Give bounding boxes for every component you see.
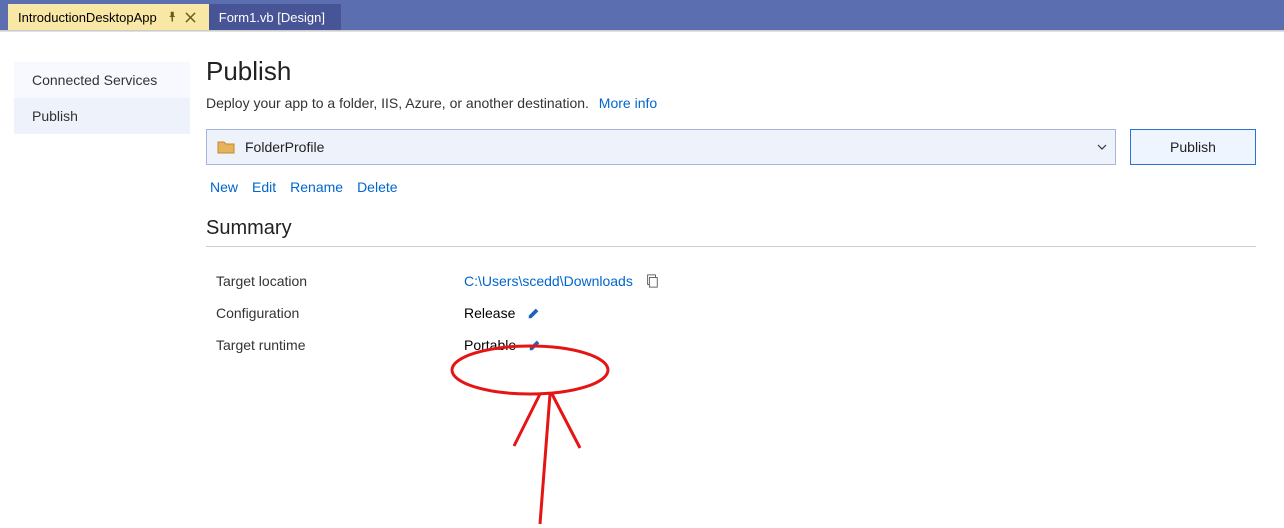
pencil-icon[interactable] xyxy=(526,336,544,354)
summary-value-configuration: Release xyxy=(464,304,543,322)
pencil-icon[interactable] xyxy=(525,304,543,322)
tab-form-design[interactable]: Form1.vb [Design] xyxy=(209,4,341,30)
page-subtitle: Deploy your app to a folder, IIS, Azure,… xyxy=(206,95,1256,111)
sidebar-item-label: Publish xyxy=(32,108,78,124)
tab-label: IntroductionDesktopApp xyxy=(18,10,163,25)
profile-actions: New Edit Rename Delete xyxy=(206,175,1256,217)
publish-panel: Publish Deploy your app to a folder, IIS… xyxy=(190,32,1284,526)
sidebar: Connected Services Publish xyxy=(0,32,190,526)
pin-icon[interactable] xyxy=(165,9,181,25)
sidebar-item-connected-services[interactable]: Connected Services xyxy=(14,62,190,98)
tab-strip: IntroductionDesktopApp Form1.vb [Design] xyxy=(0,0,1284,30)
configuration-value: Release xyxy=(464,305,515,321)
profile-action-delete[interactable]: Delete xyxy=(357,179,397,195)
summary-row-configuration: Configuration Release xyxy=(206,297,1256,329)
summary-label: Configuration xyxy=(206,305,464,321)
page-title: Publish xyxy=(206,56,1256,87)
tabstrip-lead xyxy=(0,4,8,30)
publish-profile-name: FolderProfile xyxy=(245,139,324,155)
tab-label: Form1.vb [Design] xyxy=(219,10,331,25)
summary-label: Target runtime xyxy=(206,337,464,353)
summary-label: Target location xyxy=(206,273,464,289)
summary-value-target-runtime: Portable xyxy=(464,336,544,354)
subtitle-text: Deploy your app to a folder, IIS, Azure,… xyxy=(206,95,589,111)
sidebar-item-publish[interactable]: Publish xyxy=(14,98,190,134)
summary-value-target-location: C:\Users\scedd\Downloads xyxy=(464,272,661,290)
summary-row-target-location: Target location C:\Users\scedd\Downloads xyxy=(206,265,1256,297)
profile-action-rename[interactable]: Rename xyxy=(290,179,343,195)
chevron-down-icon xyxy=(1097,141,1107,153)
profile-action-edit[interactable]: Edit xyxy=(252,179,276,195)
folder-icon xyxy=(217,140,235,154)
more-info-link[interactable]: More info xyxy=(599,95,657,111)
summary-row-target-runtime: Target runtime Portable xyxy=(206,329,1256,361)
publish-profile-select[interactable]: FolderProfile xyxy=(206,129,1116,165)
close-icon[interactable] xyxy=(183,9,199,25)
copy-icon[interactable] xyxy=(643,272,661,290)
publish-button[interactable]: Publish xyxy=(1130,129,1256,165)
target-location-link[interactable]: C:\Users\scedd\Downloads xyxy=(464,273,633,289)
summary-title: Summary xyxy=(206,217,1256,240)
tab-active-project[interactable]: IntroductionDesktopApp xyxy=(8,4,209,30)
profile-action-new[interactable]: New xyxy=(210,179,238,195)
sidebar-item-label: Connected Services xyxy=(32,72,157,88)
target-runtime-value: Portable xyxy=(464,337,516,353)
summary-divider xyxy=(206,246,1256,247)
